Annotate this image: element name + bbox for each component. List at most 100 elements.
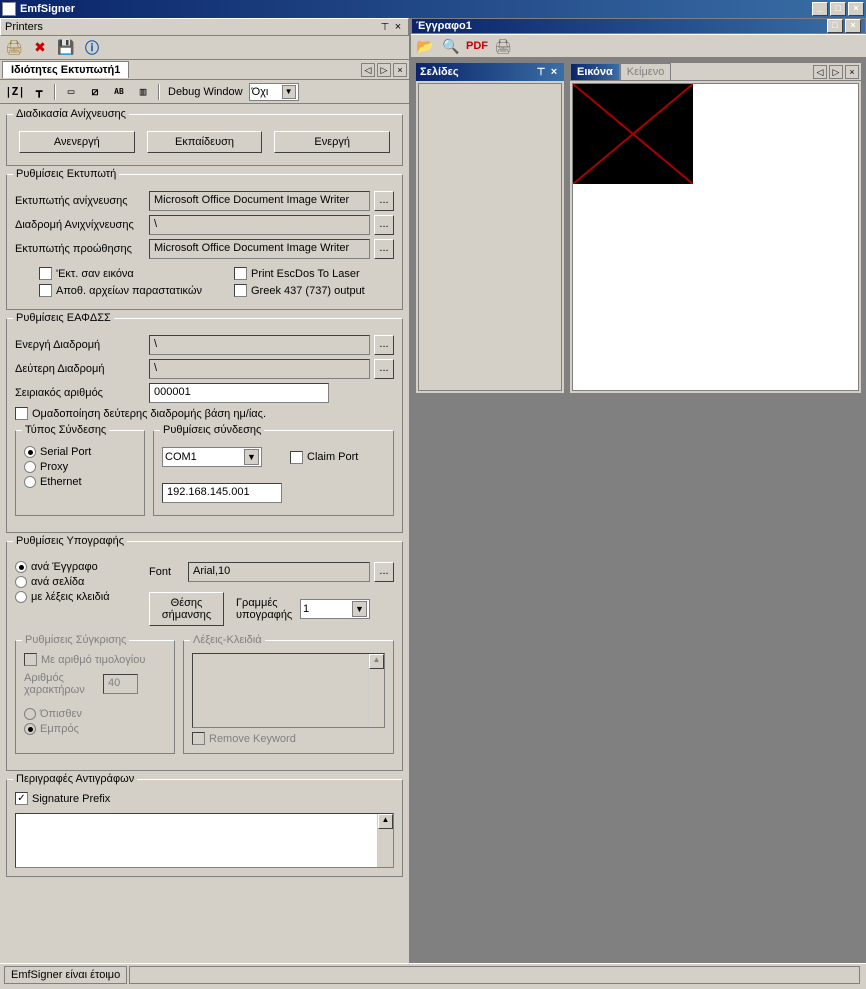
per-page-radio[interactable]: ανά σελίδα <box>15 576 145 588</box>
pin-icon[interactable]: ⊤ <box>378 22 392 33</box>
print-icon[interactable]: 🖨 <box>493 36 513 56</box>
pages-panel-title: Σελίδες <box>420 66 534 78</box>
printer-settings-group: Εκτυπωτής ανίχνευσης Microsoft Office Do… <box>6 174 403 310</box>
detect-path-label: Διαδρομή Ανιχνίχνευσης <box>15 219 145 231</box>
store-files-checkbox[interactable]: Αποθ. αρχείων παραστατικών <box>39 284 202 297</box>
keywords-radio[interactable]: με λέξεις κλειδιά <box>15 591 145 603</box>
debug-window-dropdown[interactable]: Όχι ▼ <box>249 83 299 101</box>
inactive-button[interactable]: Ανενεργή <box>19 131 135 153</box>
greek437-checkbox[interactable]: Greek 437 (737) output <box>234 284 394 297</box>
training-button[interactable]: Εκπαίδευση <box>147 131 263 153</box>
chevron-down-icon[interactable]: ▼ <box>352 601 367 617</box>
tool-page-icon[interactable]: ▭ <box>60 82 82 102</box>
fwd-printer-browse-button[interactable]: ... <box>374 239 394 259</box>
keywords-group: ▲ Remove Keyword <box>183 640 394 754</box>
active-button[interactable]: Ενεργή <box>274 131 390 153</box>
tab-image[interactable]: Εικόνα <box>570 63 620 80</box>
printers-panel-header: Printers ⊤ × <box>0 18 409 36</box>
save-icon[interactable]: 💾 <box>56 38 76 58</box>
detect-printer-input[interactable]: Microsoft Office Document Image Writer <box>149 191 370 211</box>
printer-icon[interactable]: 🖨 <box>4 38 24 58</box>
detect-path-browse-button[interactable]: ... <box>374 215 394 235</box>
fwd-printer-input[interactable]: Microsoft Office Document Image Writer <box>149 239 370 259</box>
chevron-down-icon[interactable]: ▼ <box>282 85 296 99</box>
com-port-select[interactable]: COM1 ▼ <box>162 447 262 467</box>
image-viewer[interactable] <box>572 83 859 391</box>
window-title: EmfSigner <box>20 3 812 15</box>
second-path-input[interactable]: \ <box>149 359 370 379</box>
signature-group: ανά Έγγραφο ανά σελίδα με λέξεις κλειδιά… <box>6 541 403 771</box>
tool-ruler-icon[interactable]: ┳ <box>28 82 50 102</box>
font-browse-button[interactable]: ... <box>374 562 394 582</box>
title-bar: EmfSigner _ □ × <box>0 0 866 18</box>
print-escdos-checkbox[interactable]: Print EscDos To Laser <box>234 267 394 280</box>
doc-maximize-button[interactable]: □ <box>827 19 843 33</box>
panel-close-icon[interactable]: × <box>392 21 404 33</box>
pin-icon[interactable]: ⊤ <box>534 67 548 78</box>
second-path-browse-button[interactable]: ... <box>374 359 394 379</box>
properties-tab[interactable]: Ιδιότητες Εκτυπωτή1 <box>2 61 129 78</box>
sig-lines-select[interactable]: 1 ▼ <box>300 599 370 619</box>
ip-address-input[interactable]: 192.168.145.001 <box>162 483 282 503</box>
front-radio: Εμπρός <box>24 723 166 735</box>
per-doc-radio[interactable]: ανά Έγγραφο <box>15 561 145 573</box>
info-icon[interactable]: ⓘ <box>82 38 102 58</box>
active-path-input[interactable]: \ <box>149 335 370 355</box>
font-input[interactable]: Arial,10 <box>188 562 370 582</box>
tab-prev-icon[interactable]: ◁ <box>361 63 375 77</box>
document-title-bar: Έγγραφο1 □ × <box>411 18 866 34</box>
active-path-browse-button[interactable]: ... <box>374 335 394 355</box>
tab-close-icon[interactable]: × <box>393 63 407 77</box>
pages-close-icon[interactable]: × <box>548 66 560 78</box>
detect-printer-label: Εκτυπωτής ανίχνευσης <box>15 195 145 207</box>
main-toolbar: 🖨 ✖ 💾 ⓘ <box>0 36 409 60</box>
status-bar: EmfSigner είναι έτοιμο <box>0 963 866 985</box>
mark-position-button[interactable]: Θέσης σήμανσης <box>149 592 224 626</box>
tool-ab-icon[interactable]: AB <box>108 82 130 102</box>
tab-next-icon[interactable]: ▷ <box>377 63 391 77</box>
tab-prev-icon[interactable]: ◁ <box>813 65 827 79</box>
font-label: Font <box>149 566 184 578</box>
printers-panel-title: Printers <box>5 21 378 33</box>
tool-z-icon[interactable]: |Z| <box>4 82 26 102</box>
status-spacer <box>129 966 860 984</box>
proxy-radio[interactable]: Proxy <box>24 461 136 473</box>
serial-port-radio[interactable]: Serial Port <box>24 446 136 458</box>
chevron-down-icon[interactable]: ▼ <box>244 449 259 465</box>
maximize-button[interactable]: □ <box>830 2 846 16</box>
pdf-icon[interactable]: PDF <box>467 36 487 56</box>
close-button[interactable]: × <box>848 2 864 16</box>
conn-type-group: Serial Port Proxy Ethernet <box>15 430 145 516</box>
status-text: EmfSigner είναι έτοιμο <box>4 966 127 984</box>
form-body: Ανενεργή Εκπαίδευση Ενεργή Εκτυπωτής ανί… <box>0 104 409 963</box>
document-title: Έγγραφο1 <box>416 20 827 32</box>
ethernet-radio[interactable]: Ethernet <box>24 476 136 488</box>
print-as-image-checkbox[interactable]: 'Εκτ. σαν εικόνα <box>39 267 134 280</box>
debug-window-label: Debug Window <box>168 86 243 98</box>
serial-input[interactable]: 000001 <box>149 383 329 403</box>
keywords-textarea: ▲ <box>192 653 385 728</box>
detect-printer-browse-button[interactable]: ... <box>374 191 394 211</box>
copies-textarea[interactable]: ▲ <box>15 813 394 868</box>
second-path-label: Δεύτερη Διαδρομή <box>15 363 145 375</box>
tool-stack-icon[interactable]: ▥ <box>132 82 154 102</box>
tool-crossed-icon[interactable]: ⧄ <box>84 82 106 102</box>
eafdss-group: Ενεργή Διαδρομή \ ... Δεύτερη Διαδρομή \… <box>6 318 403 533</box>
claim-port-checkbox[interactable]: Claim Port <box>290 451 358 464</box>
minimize-button[interactable]: _ <box>812 2 828 16</box>
tab-next-icon[interactable]: ▷ <box>829 65 843 79</box>
with-invoice-checkbox: Με αριθμό τιμολογίου <box>24 653 166 666</box>
signature-prefix-checkbox[interactable]: ✓Signature Prefix <box>15 792 394 805</box>
pages-list[interactable] <box>418 83 562 391</box>
secondary-toolbar: |Z| ┳ ▭ ⧄ AB ▥ Debug Window Όχι ▼ <box>0 80 409 104</box>
folder-open-icon[interactable]: 📂 <box>415 36 435 56</box>
zoom-icon[interactable]: 🔍 <box>441 36 461 56</box>
tab-close-icon[interactable]: × <box>845 65 859 79</box>
doc-close-button[interactable]: × <box>845 19 861 33</box>
detect-path-input[interactable]: \ <box>149 215 370 235</box>
app-icon <box>2 2 16 16</box>
tab-text[interactable]: Κείμενο <box>620 63 672 80</box>
delete-icon[interactable]: ✖ <box>30 38 50 58</box>
group-second-path-checkbox[interactable]: Ομαδοποίηση δεύτερης διαδρομής βάση ημ/ί… <box>15 407 266 420</box>
mdi-background <box>411 398 866 963</box>
